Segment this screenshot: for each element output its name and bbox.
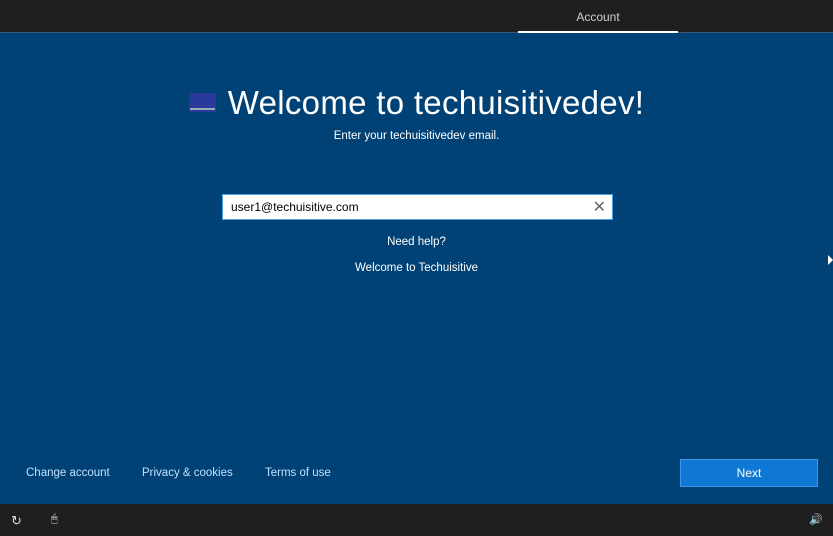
- tab-account[interactable]: Account: [518, 0, 678, 33]
- taskbar: ↻ 🖱 🔊: [0, 504, 833, 536]
- clear-icon[interactable]: ✕: [593, 196, 606, 220]
- volume-icon[interactable]: 🔊: [809, 513, 823, 526]
- ease-of-access-icon[interactable]: ↻: [11, 513, 22, 529]
- email-input[interactable]: user1@techuisitive.com ✕: [222, 194, 613, 220]
- input-device-icon[interactable]: 🖱: [51, 513, 58, 526]
- top-bar: Account: [0, 0, 833, 33]
- privacy-cookies-link[interactable]: Privacy & cookies: [142, 467, 233, 479]
- email-value: user1@techuisitive.com: [231, 200, 359, 214]
- terms-of-use-link[interactable]: Terms of use: [265, 467, 331, 479]
- title-text: Welcome to techuisitivedev!: [227, 84, 645, 121]
- change-account-link[interactable]: Change account: [26, 467, 110, 479]
- mouse-cursor: [828, 255, 833, 265]
- page-title: Welcome to techuisitivedev!: [0, 84, 833, 122]
- next-button[interactable]: Next: [680, 459, 818, 487]
- company-logo: [188, 92, 216, 112]
- need-help-link[interactable]: Need help?: [0, 236, 833, 248]
- subtitle: Enter your techuisitivedev email.: [333, 130, 500, 142]
- welcome-text: Welcome to Techuisitive: [355, 262, 478, 274]
